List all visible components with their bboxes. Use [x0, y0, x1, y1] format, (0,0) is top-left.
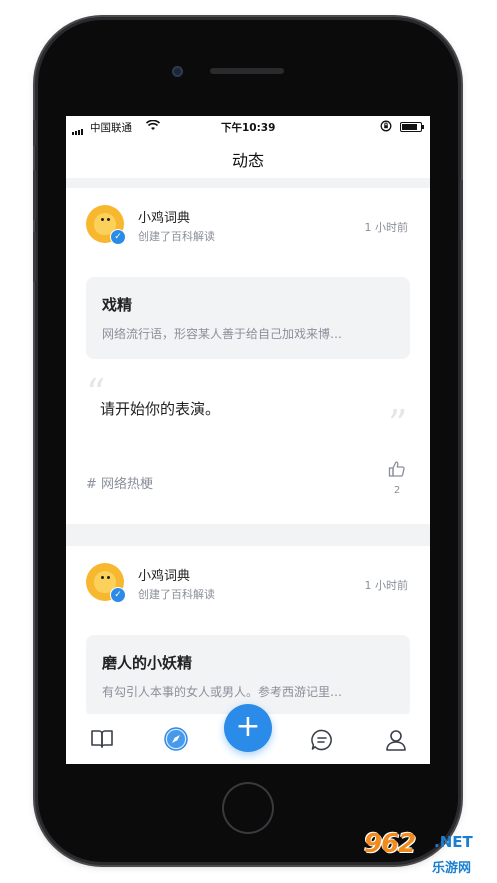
navbar: 动态	[66, 136, 430, 178]
plus-icon: +	[235, 709, 261, 744]
avatar[interactable]: ✓	[86, 205, 126, 245]
watermark-brand: 962	[364, 829, 416, 859]
quote-text: 请开始你的表演。	[100, 400, 221, 418]
tab-messages[interactable]	[310, 728, 334, 756]
wifi-icon	[145, 119, 161, 134]
compass-icon	[164, 727, 188, 751]
entry-word: 磨人的小妖精	[102, 654, 193, 672]
watermark-logo: 962 .NET 乐游网	[356, 826, 497, 883]
front-camera	[172, 66, 183, 77]
post-action: 创建了百科解读	[138, 588, 215, 601]
create-button[interactable]: +	[224, 704, 272, 752]
username[interactable]: 小鸡词典	[138, 207, 190, 226]
battery-icon	[400, 122, 424, 132]
topic-tag[interactable]: # 网络热梗	[86, 473, 153, 492]
watermark-suffix: .NET	[434, 833, 473, 851]
post-time: 1 小时前	[364, 579, 409, 592]
post-time: 1 小时前	[364, 221, 409, 234]
tab-discover[interactable]	[163, 726, 189, 756]
avatar-eye	[107, 218, 110, 221]
close-quote-icon: ”	[388, 402, 408, 446]
watermark-subtitle: 乐游网	[432, 861, 472, 876]
entry-definition: 网络流行语，形容某人善于给自己加戏来博…	[102, 327, 343, 341]
mute-switch	[33, 120, 36, 146]
book-icon	[91, 730, 113, 748]
avatar-eye	[107, 576, 110, 579]
page-title: 动态	[231, 151, 264, 170]
thumbs-up-icon	[388, 461, 405, 477]
verified-badge-icon: ✓	[110, 229, 126, 245]
avatar[interactable]: ✓	[86, 563, 126, 603]
like-button[interactable]: 2	[386, 459, 408, 496]
avatar-eye	[101, 576, 104, 579]
home-button[interactable]	[222, 782, 274, 834]
entry-definition: 有勾引人本事的女人或男人。参考西游记里…	[102, 685, 343, 699]
username[interactable]: 小鸡词典	[138, 565, 190, 584]
volume-up-button	[33, 170, 36, 220]
tab-profile[interactable]	[384, 728, 408, 756]
tab-dictionary[interactable]	[90, 728, 114, 754]
power-button	[460, 180, 463, 240]
verified-badge-icon: ✓	[110, 587, 126, 603]
signal-icon	[72, 123, 84, 135]
like-count: 2	[393, 485, 401, 496]
tab-bar: +	[66, 704, 430, 764]
phone-frame: 中国联通 下午10:39 动态 ✓ 小鸡词典 创建了百科解读 1 小时前 戏精 …	[33, 20, 463, 862]
chat-icon	[311, 729, 332, 751]
orientation-lock-icon	[380, 120, 392, 135]
status-bar: 中国联通 下午10:39	[66, 116, 430, 136]
avatar-eye	[101, 218, 104, 221]
entry-card[interactable]: 戏精 网络流行语，形容某人善于给自己加戏来博…	[86, 277, 410, 359]
clock-label: 下午10:39	[221, 122, 276, 134]
user-icon	[386, 730, 406, 751]
post-action: 创建了百科解读	[138, 230, 215, 243]
entry-word: 戏精	[102, 296, 133, 314]
earpiece-speaker	[210, 68, 284, 74]
feed-card[interactable]: ✓ 小鸡词典 创建了百科解读 1 小时前 戏精 网络流行语，形容某人善于给自己加…	[66, 188, 430, 524]
carrier-label: 中国联通	[90, 122, 132, 134]
app-screen: 中国联通 下午10:39 动态 ✓ 小鸡词典 创建了百科解读 1 小时前 戏精 …	[66, 116, 430, 764]
volume-down-button	[33, 232, 36, 282]
